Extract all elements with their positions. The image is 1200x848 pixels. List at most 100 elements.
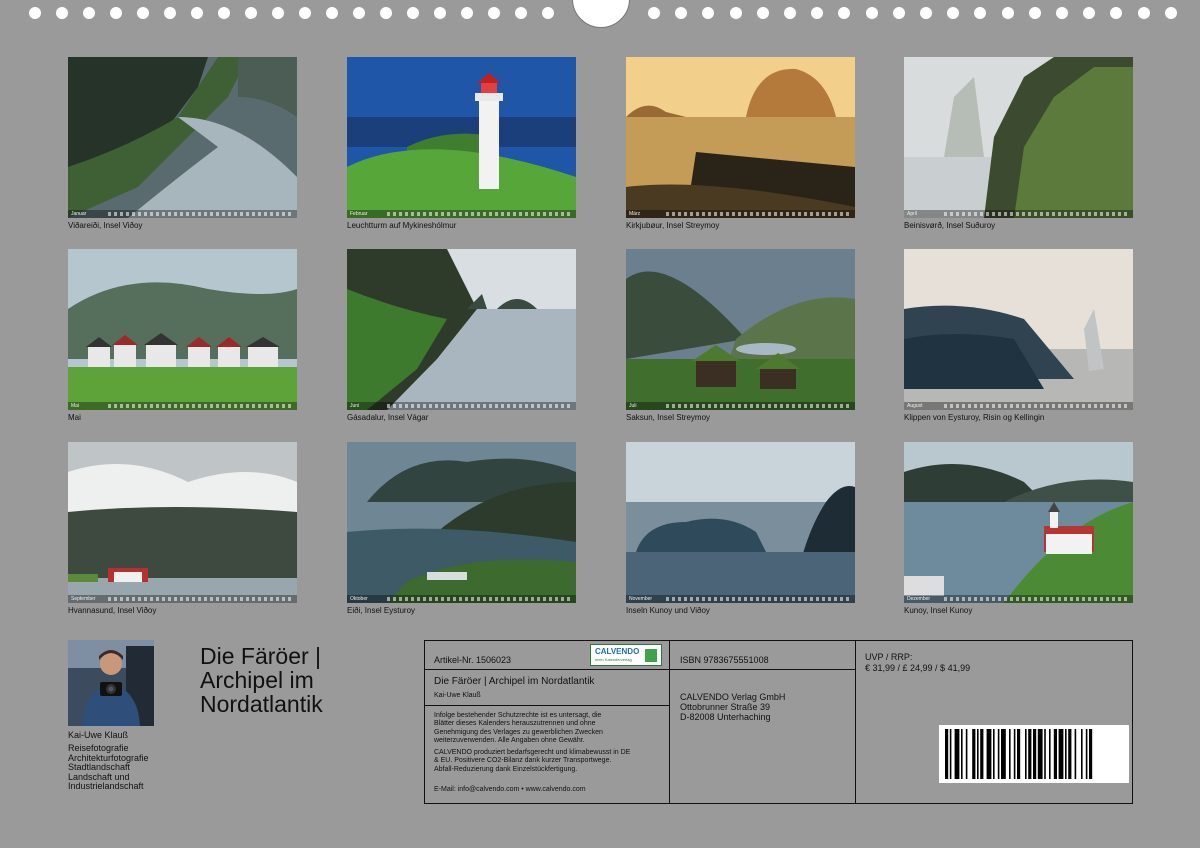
landscape-image bbox=[626, 249, 855, 410]
month-strip: Oktober bbox=[347, 595, 576, 603]
binder-hole bbox=[83, 7, 95, 19]
calendar-photo: Mai bbox=[68, 249, 297, 410]
day-ticks bbox=[108, 404, 293, 408]
month-label: November bbox=[629, 596, 653, 602]
day-ticks bbox=[944, 597, 1129, 601]
day-ticks bbox=[944, 212, 1129, 216]
price: € 31,99 / £ 24,99 / $ 41,99 bbox=[865, 663, 971, 673]
barcode-bar bbox=[1044, 729, 1046, 779]
month-label: Januar bbox=[71, 211, 87, 217]
divider bbox=[669, 669, 856, 670]
month-strip: August bbox=[904, 402, 1133, 410]
month-label: April bbox=[907, 211, 918, 217]
barcode-bar bbox=[1013, 729, 1016, 779]
month-strip: Januar bbox=[68, 210, 297, 218]
binder-hole bbox=[865, 7, 878, 19]
month-label: Mai bbox=[71, 403, 80, 409]
author-tag: Industrielandschaft bbox=[68, 781, 144, 791]
photo-caption: Hvannasund, Insel Viðoy bbox=[68, 606, 157, 615]
binder-hole bbox=[920, 7, 932, 19]
calendar-photo: August bbox=[904, 249, 1133, 410]
binder-hole bbox=[838, 7, 851, 19]
month-strip: November bbox=[626, 595, 855, 603]
photo-caption: Viðareiði, Insel Viðoy bbox=[68, 221, 143, 230]
photo-caption: Eiði, Insel Eysturoy bbox=[347, 606, 416, 615]
binder-hole bbox=[1137, 7, 1150, 19]
title-line: Archipel im bbox=[200, 667, 314, 693]
binder-hole bbox=[29, 7, 41, 19]
article-number: Artikel-Nr. 1506023 bbox=[434, 655, 512, 665]
binder-hole bbox=[811, 7, 824, 19]
day-ticks bbox=[387, 597, 572, 601]
binder-hole bbox=[218, 7, 230, 19]
binder-hole bbox=[164, 7, 176, 19]
landscape-image bbox=[626, 57, 855, 218]
month-label: August bbox=[907, 403, 923, 409]
divider bbox=[424, 669, 670, 670]
landscape-image bbox=[68, 57, 297, 218]
binder-hole bbox=[191, 7, 203, 19]
calendar-photo: November bbox=[626, 442, 855, 603]
barcode-bar bbox=[1033, 729, 1037, 779]
landscape-image bbox=[68, 442, 297, 603]
binder-hole bbox=[137, 7, 149, 19]
binder-hole bbox=[434, 7, 446, 19]
barcode-bar bbox=[1065, 729, 1067, 779]
barcode-bar bbox=[961, 729, 963, 779]
barcode-bar bbox=[1009, 729, 1011, 779]
landscape-image bbox=[347, 442, 576, 603]
month-label: Oktober bbox=[350, 596, 368, 602]
barcode-bar bbox=[1025, 729, 1027, 779]
calendar-photo: September bbox=[68, 442, 297, 603]
calendar-photo: Februar bbox=[347, 57, 576, 218]
binder-hole bbox=[56, 7, 68, 19]
month-strip: März bbox=[626, 210, 855, 218]
binder-hole bbox=[784, 7, 796, 19]
binder-hole bbox=[542, 7, 554, 19]
barcode-bar bbox=[1089, 729, 1093, 779]
photo-caption: Klippen von Eysturoy, Risin og Kellingin bbox=[904, 413, 1045, 422]
binder-hole bbox=[648, 7, 660, 19]
publisher-address: CALVENDO Verlag GmbH Ottobrunner Straße … bbox=[680, 692, 786, 722]
photo-caption: Gásadalur, Insel Vágar bbox=[347, 413, 429, 422]
landscape-image bbox=[347, 57, 576, 218]
product-author: Kai-Uwe Klauß bbox=[434, 692, 481, 699]
photo-caption: Mai bbox=[68, 413, 81, 422]
divider bbox=[424, 705, 670, 706]
binder-hole bbox=[947, 7, 960, 19]
binder-hole bbox=[702, 7, 715, 19]
calendar-photo: Januar bbox=[68, 57, 297, 218]
month-strip: Februar bbox=[347, 210, 576, 218]
month-strip: Juni bbox=[347, 402, 576, 410]
barcode-bar bbox=[1053, 729, 1057, 779]
month-label: September bbox=[71, 596, 96, 602]
binder-hole bbox=[1001, 7, 1014, 19]
binder-hole bbox=[1028, 7, 1041, 19]
landscape-image bbox=[626, 442, 855, 603]
barcode bbox=[939, 725, 1129, 783]
month-strip: April bbox=[904, 210, 1133, 218]
day-ticks bbox=[944, 404, 1129, 408]
barcode-bar bbox=[972, 729, 976, 779]
binder-hole bbox=[515, 7, 527, 19]
binder-hole bbox=[299, 7, 311, 19]
binder-hole bbox=[245, 7, 257, 19]
barcode-bar bbox=[954, 729, 960, 779]
barcode-bar bbox=[977, 729, 979, 779]
barcode-bar bbox=[1001, 729, 1006, 779]
author-name: Kai-Uwe Klauß bbox=[68, 730, 129, 740]
calendar-title: Die Färöer | Archipel im Nordatlantik bbox=[200, 644, 323, 716]
day-ticks bbox=[666, 404, 851, 408]
barcode-bar bbox=[986, 729, 992, 779]
binder-hole bbox=[974, 7, 987, 19]
month-label: Februar bbox=[350, 211, 368, 217]
title-line: Die Färöer | bbox=[200, 643, 322, 669]
barcode-bar bbox=[997, 729, 1000, 779]
day-ticks bbox=[387, 212, 572, 216]
month-label: Juli bbox=[629, 403, 637, 409]
binder-hole bbox=[272, 7, 284, 19]
binder-hole bbox=[488, 7, 500, 19]
month-label: Juni bbox=[350, 403, 360, 409]
calendar-photo: Dezember bbox=[904, 442, 1133, 603]
binder-hole bbox=[1164, 7, 1177, 19]
